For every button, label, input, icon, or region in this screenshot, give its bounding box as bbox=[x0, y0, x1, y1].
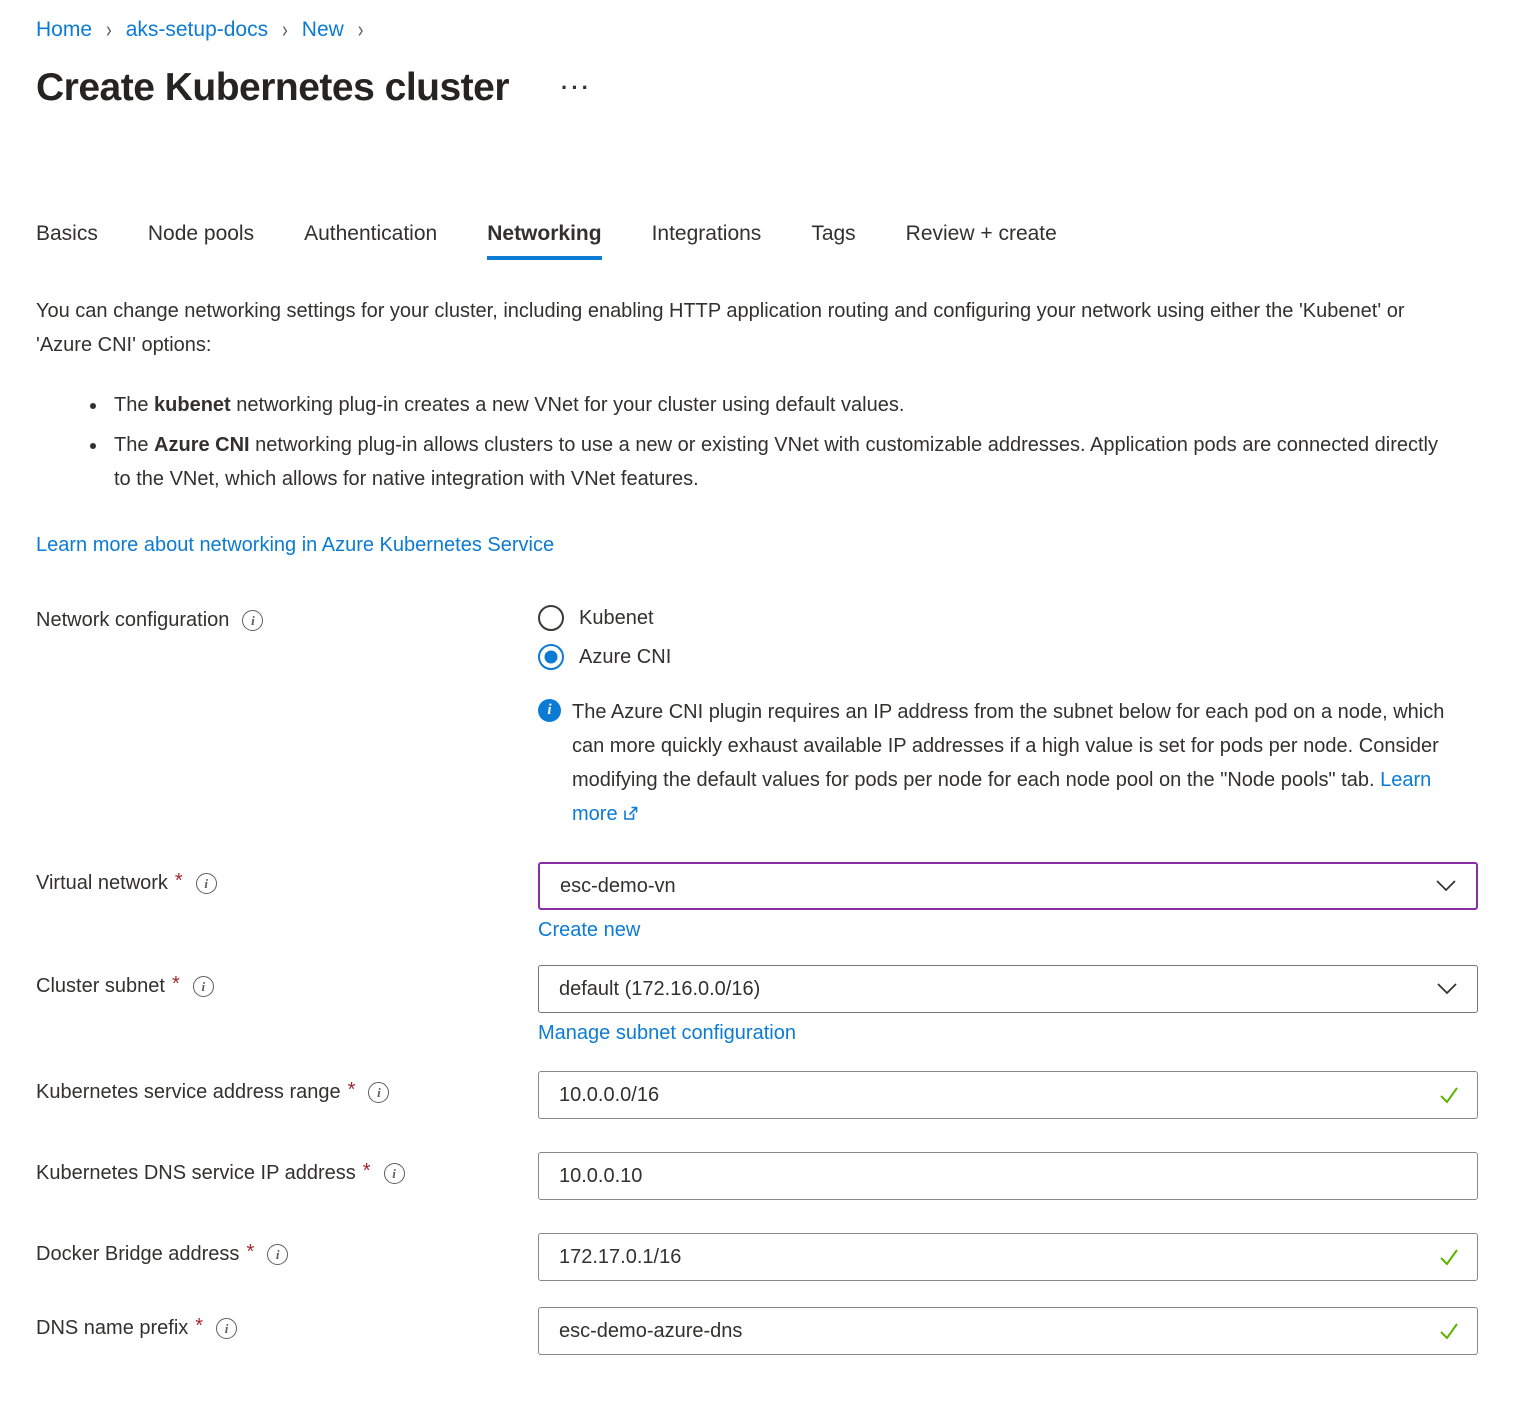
breadcrumb-link-new[interactable]: New bbox=[302, 18, 344, 42]
service-address-range-row: Kubernetes service address range * i bbox=[36, 1071, 1478, 1119]
info-icon[interactable]: i bbox=[267, 1244, 288, 1265]
virtual-network-value: esc-demo-vn bbox=[560, 875, 676, 898]
virtual-network-label: Virtual network * i bbox=[36, 862, 538, 895]
info-icon[interactable]: i bbox=[242, 610, 263, 631]
radio-selected-icon bbox=[538, 644, 564, 670]
chevron-down-icon bbox=[1436, 880, 1456, 892]
network-configuration-label: Network configuration i bbox=[36, 605, 538, 632]
azure-cni-info-note: i The Azure CNI plugin requires an IP ad… bbox=[538, 695, 1478, 831]
radio-unselected-icon bbox=[538, 605, 564, 631]
tab-tags[interactable]: Tags bbox=[811, 222, 855, 260]
valid-checkmark-icon bbox=[1436, 1318, 1462, 1344]
tab-integrations[interactable]: Integrations bbox=[652, 222, 762, 260]
tab-basics[interactable]: Basics bbox=[36, 222, 98, 260]
dns-service-ip-input[interactable] bbox=[538, 1152, 1478, 1200]
tab-node-pools[interactable]: Node pools bbox=[148, 222, 254, 260]
info-note-body: The Azure CNI plugin requires an IP addr… bbox=[572, 701, 1444, 791]
tab-authentication[interactable]: Authentication bbox=[304, 222, 437, 260]
bullet-kubenet: The kubenet networking plug-in creates a… bbox=[108, 388, 1438, 422]
docker-bridge-input[interactable] bbox=[538, 1233, 1478, 1281]
chevron-right-icon: › bbox=[282, 17, 288, 44]
valid-checkmark-icon bbox=[1436, 1082, 1462, 1108]
field-label-text: Network configuration bbox=[36, 609, 229, 632]
cluster-subnet-label: Cluster subnet * i bbox=[36, 965, 538, 998]
tab-review-create[interactable]: Review + create bbox=[906, 222, 1057, 260]
service-address-range-label: Kubernetes service address range * i bbox=[36, 1071, 538, 1104]
dns-name-prefix-row: DNS name prefix * i bbox=[36, 1307, 1478, 1355]
manage-subnet-configuration-link[interactable]: Manage subnet configuration bbox=[538, 1022, 796, 1045]
required-asterisk: * bbox=[348, 1079, 356, 1102]
info-icon[interactable]: i bbox=[384, 1163, 405, 1184]
field-label-text: Virtual network bbox=[36, 872, 168, 895]
dns-name-prefix-label: DNS name prefix * i bbox=[36, 1307, 538, 1340]
info-icon[interactable]: i bbox=[193, 976, 214, 997]
more-menu-button[interactable]: ··· bbox=[557, 77, 596, 99]
create-kubernetes-cluster-page: Home › aks-setup-docs › New › Create Kub… bbox=[0, 0, 1516, 1385]
info-note-text: The Azure CNI plugin requires an IP addr… bbox=[572, 695, 1477, 831]
radio-option-azure-cni[interactable]: Azure CNI bbox=[538, 644, 671, 670]
required-asterisk: * bbox=[175, 870, 183, 893]
network-configuration-row: Network configuration i Kubenet Azure CN… bbox=[36, 605, 1478, 831]
networking-intro-text: You can change networking settings for y… bbox=[36, 294, 1441, 362]
cluster-subnet-value: default (172.16.0.0/16) bbox=[559, 978, 760, 1001]
bullet-azure-cni: The Azure CNI networking plug-in allows … bbox=[108, 428, 1438, 496]
field-label-text: Kubernetes service address range bbox=[36, 1081, 341, 1104]
breadcrumb: Home › aks-setup-docs › New › bbox=[26, 18, 1478, 42]
virtual-network-select[interactable]: esc-demo-vn bbox=[538, 862, 1478, 910]
field-label-text: Cluster subnet bbox=[36, 975, 165, 998]
dns-service-ip-label: Kubernetes DNS service IP address * i bbox=[36, 1152, 538, 1185]
learn-more-networking-link[interactable]: Learn more about networking in Azure Kub… bbox=[36, 534, 554, 557]
field-label-text: DNS name prefix bbox=[36, 1317, 188, 1340]
field-label-text: Kubernetes DNS service IP address bbox=[36, 1162, 356, 1185]
info-icon[interactable]: i bbox=[368, 1082, 389, 1103]
networking-form: Network configuration i Kubenet Azure CN… bbox=[36, 605, 1478, 1355]
cluster-subnet-row: Cluster subnet * i default (172.16.0.0/1… bbox=[36, 965, 1478, 1045]
valid-checkmark-icon bbox=[1436, 1244, 1462, 1270]
info-icon[interactable]: i bbox=[216, 1318, 237, 1339]
service-address-range-input[interactable] bbox=[538, 1071, 1478, 1119]
create-new-vnet-link[interactable]: Create new bbox=[538, 919, 640, 942]
chevron-down-icon bbox=[1437, 983, 1457, 995]
required-asterisk: * bbox=[363, 1160, 371, 1183]
radio-label-kubenet: Kubenet bbox=[579, 607, 654, 630]
info-filled-icon: i bbox=[538, 699, 561, 722]
docker-bridge-row: Docker Bridge address * i bbox=[36, 1233, 1478, 1281]
info-icon[interactable]: i bbox=[196, 873, 217, 894]
title-row: Create Kubernetes cluster ··· bbox=[36, 66, 1478, 110]
required-asterisk: * bbox=[195, 1315, 203, 1338]
required-asterisk: * bbox=[246, 1241, 254, 1264]
tab-bar: Basics Node pools Authentication Network… bbox=[36, 222, 1478, 260]
dns-service-ip-row: Kubernetes DNS service IP address * i bbox=[36, 1152, 1478, 1200]
required-asterisk: * bbox=[172, 973, 180, 996]
network-configuration-radio-group: Kubenet Azure CNI bbox=[538, 605, 1478, 670]
plugin-bullet-list: The kubenet networking plug-in creates a… bbox=[108, 388, 1438, 496]
dns-name-prefix-input[interactable] bbox=[538, 1307, 1478, 1355]
cluster-subnet-select[interactable]: default (172.16.0.0/16) bbox=[538, 965, 1478, 1013]
docker-bridge-label: Docker Bridge address * i bbox=[36, 1233, 538, 1266]
radio-label-azure-cni: Azure CNI bbox=[579, 646, 671, 669]
external-link-icon bbox=[622, 805, 639, 822]
chevron-right-icon: › bbox=[358, 17, 364, 44]
breadcrumb-link-home[interactable]: Home bbox=[36, 18, 92, 42]
tab-networking[interactable]: Networking bbox=[487, 222, 601, 260]
breadcrumb-link-aks-setup-docs[interactable]: aks-setup-docs bbox=[126, 18, 268, 42]
radio-option-kubenet[interactable]: Kubenet bbox=[538, 605, 654, 631]
page-title: Create Kubernetes cluster bbox=[36, 66, 509, 110]
field-label-text: Docker Bridge address bbox=[36, 1243, 239, 1266]
virtual-network-row: Virtual network * i esc-demo-vn Create n… bbox=[36, 862, 1478, 942]
chevron-right-icon: › bbox=[106, 17, 112, 44]
